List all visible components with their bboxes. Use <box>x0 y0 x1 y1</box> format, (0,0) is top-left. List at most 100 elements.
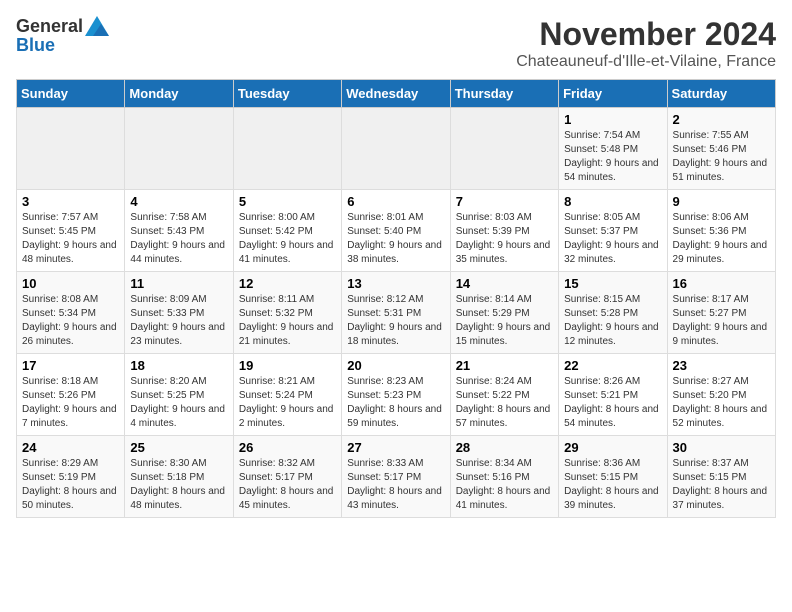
day-info: Sunrise: 8:01 AM Sunset: 5:40 PM Dayligh… <box>347 211 444 267</box>
day-number: 22 <box>564 358 661 373</box>
calendar-row-1: 3Sunrise: 7:57 AM Sunset: 5:45 PM Daylig… <box>17 190 776 272</box>
day-info: Sunrise: 8:12 AM Sunset: 5:31 PM Dayligh… <box>347 293 444 349</box>
title-area: November 2024 Chateauneuf-d'Ille-et-Vila… <box>516 16 776 71</box>
calendar-cell: 7 Sunrise: 8:03 AM Sunset: 5:39 PM Daylig… <box>450 190 558 272</box>
day-info: Sunrise: 8:33 AM Sunset: 5:17 PM Dayligh… <box>347 457 444 513</box>
day-info: Sunrise: 8:21 AM Sunset: 5:24 PM Dayligh… <box>239 375 336 431</box>
day-number: 29 <box>564 440 661 455</box>
day-number: 19 <box>239 358 336 373</box>
day-info: Sunrise: 8:32 AM Sunset: 5:17 PM Dayligh… <box>239 457 336 513</box>
day-info: Sunrise: 8:08 AM Sunset: 5:34 PM Dayligh… <box>22 293 119 349</box>
day-info: Sunrise: 8:11 AM Sunset: 5:32 PM Dayligh… <box>239 293 336 349</box>
calendar-cell: 1Sunrise: 7:54 AM Sunset: 5:48 PM Daylig… <box>559 108 667 190</box>
day-number: 11 <box>130 276 227 291</box>
calendar-cell: 23 Sunrise: 8:27 AM Sunset: 5:20 PM Dayli… <box>667 354 775 436</box>
calendar-cell: 29 Sunrise: 8:36 AM Sunset: 5:15 PM Dayli… <box>559 436 667 518</box>
day-info: Sunrise: 8:20 AM Sunset: 5:25 PM Dayligh… <box>130 375 227 431</box>
calendar-row-0: 1Sunrise: 7:54 AM Sunset: 5:48 PM Daylig… <box>17 108 776 190</box>
day-number: 25 <box>130 440 227 455</box>
calendar-cell: 15Sunrise: 8:15 AM Sunset: 5:28 PM Dayli… <box>559 272 667 354</box>
calendar-table: SundayMondayTuesdayWednesdayThursdayFrid… <box>16 79 776 518</box>
calendar-cell: 22 Sunrise: 8:26 AM Sunset: 5:21 PM Dayli… <box>559 354 667 436</box>
day-info: Sunrise: 8:36 AM Sunset: 5:15 PM Dayligh… <box>564 457 661 513</box>
day-number: 4 <box>130 194 227 209</box>
day-number: 6 <box>347 194 444 209</box>
day-info: Sunrise: 8:26 AM Sunset: 5:21 PM Dayligh… <box>564 375 661 431</box>
calendar-cell: 11 Sunrise: 8:09 AM Sunset: 5:33 PM Dayli… <box>125 272 233 354</box>
calendar-row-3: 17 Sunrise: 8:18 AM Sunset: 5:26 PM Dayli… <box>17 354 776 436</box>
day-number: 8 <box>564 194 661 209</box>
day-number: 27 <box>347 440 444 455</box>
calendar-cell: 18Sunrise: 8:20 AM Sunset: 5:25 PM Dayli… <box>125 354 233 436</box>
day-number: 26 <box>239 440 336 455</box>
calendar-cell: 21 Sunrise: 8:24 AM Sunset: 5:22 PM Dayli… <box>450 354 558 436</box>
calendar-cell: 28 Sunrise: 8:34 AM Sunset: 5:16 PM Dayli… <box>450 436 558 518</box>
day-number: 20 <box>347 358 444 373</box>
day-number: 30 <box>673 440 770 455</box>
day-number: 3 <box>22 194 119 209</box>
calendar-cell: 9 Sunrise: 8:06 AM Sunset: 5:36 PM Daylig… <box>667 190 775 272</box>
header-cell-saturday: Saturday <box>667 80 775 108</box>
day-number: 9 <box>673 194 770 209</box>
calendar-cell: 20 Sunrise: 8:23 AM Sunset: 5:23 PM Dayli… <box>342 354 450 436</box>
logo-general: General <box>16 17 83 35</box>
calendar-cell: 26 Sunrise: 8:32 AM Sunset: 5:17 PM Dayli… <box>233 436 341 518</box>
calendar-cell: 6 Sunrise: 8:01 AM Sunset: 5:40 PM Daylig… <box>342 190 450 272</box>
day-number: 14 <box>456 276 553 291</box>
calendar-cell: 30 Sunrise: 8:37 AM Sunset: 5:15 PM Dayli… <box>667 436 775 518</box>
calendar-cell <box>17 108 125 190</box>
calendar-cell: 17 Sunrise: 8:18 AM Sunset: 5:26 PM Dayli… <box>17 354 125 436</box>
calendar-row-4: 24Sunrise: 8:29 AM Sunset: 5:19 PM Dayli… <box>17 436 776 518</box>
calendar-cell: 19 Sunrise: 8:21 AM Sunset: 5:24 PM Dayli… <box>233 354 341 436</box>
day-number: 7 <box>456 194 553 209</box>
calendar-cell: 13 Sunrise: 8:12 AM Sunset: 5:31 PM Dayli… <box>342 272 450 354</box>
calendar-cell: 8 Sunrise: 8:05 AM Sunset: 5:37 PM Daylig… <box>559 190 667 272</box>
day-info: Sunrise: 8:00 AM Sunset: 5:42 PM Dayligh… <box>239 211 336 267</box>
calendar-cell <box>342 108 450 190</box>
day-info: Sunrise: 8:18 AM Sunset: 5:26 PM Dayligh… <box>22 375 119 431</box>
day-info: Sunrise: 7:55 AM Sunset: 5:46 PM Dayligh… <box>673 129 770 185</box>
day-info: Sunrise: 8:06 AM Sunset: 5:36 PM Dayligh… <box>673 211 770 267</box>
day-number: 10 <box>22 276 119 291</box>
day-info: Sunrise: 8:09 AM Sunset: 5:33 PM Dayligh… <box>130 293 227 349</box>
calendar-cell: 5 Sunrise: 8:00 AM Sunset: 5:42 PM Daylig… <box>233 190 341 272</box>
day-info: Sunrise: 8:24 AM Sunset: 5:22 PM Dayligh… <box>456 375 553 431</box>
day-number: 21 <box>456 358 553 373</box>
day-info: Sunrise: 8:23 AM Sunset: 5:23 PM Dayligh… <box>347 375 444 431</box>
day-info: Sunrise: 8:27 AM Sunset: 5:20 PM Dayligh… <box>673 375 770 431</box>
header-cell-tuesday: Tuesday <box>233 80 341 108</box>
month-title: November 2024 <box>516 16 776 53</box>
day-number: 28 <box>456 440 553 455</box>
calendar-cell <box>233 108 341 190</box>
day-number: 16 <box>673 276 770 291</box>
day-info: Sunrise: 8:03 AM Sunset: 5:39 PM Dayligh… <box>456 211 553 267</box>
calendar-cell: 12 Sunrise: 8:11 AM Sunset: 5:32 PM Dayli… <box>233 272 341 354</box>
day-info: Sunrise: 8:34 AM Sunset: 5:16 PM Dayligh… <box>456 457 553 513</box>
header-cell-friday: Friday <box>559 80 667 108</box>
calendar-cell: 3Sunrise: 7:57 AM Sunset: 5:45 PM Daylig… <box>17 190 125 272</box>
day-number: 23 <box>673 358 770 373</box>
header-cell-wednesday: Wednesday <box>342 80 450 108</box>
day-number: 1 <box>564 112 661 127</box>
calendar-cell: 14 Sunrise: 8:14 AM Sunset: 5:29 PM Dayli… <box>450 272 558 354</box>
day-info: Sunrise: 8:14 AM Sunset: 5:29 PM Dayligh… <box>456 293 553 349</box>
day-info: Sunrise: 8:37 AM Sunset: 5:15 PM Dayligh… <box>673 457 770 513</box>
day-number: 24 <box>22 440 119 455</box>
calendar-cell: 25 Sunrise: 8:30 AM Sunset: 5:18 PM Dayli… <box>125 436 233 518</box>
day-info: Sunrise: 8:05 AM Sunset: 5:37 PM Dayligh… <box>564 211 661 267</box>
header: General Blue November 2024 Chateauneuf-d… <box>16 16 776 71</box>
day-info: Sunrise: 8:30 AM Sunset: 5:18 PM Dayligh… <box>130 457 227 513</box>
calendar-cell: 4 Sunrise: 7:58 AM Sunset: 5:43 PM Daylig… <box>125 190 233 272</box>
day-number: 17 <box>22 358 119 373</box>
calendar-cell: 2Sunrise: 7:55 AM Sunset: 5:46 PM Daylig… <box>667 108 775 190</box>
day-number: 5 <box>239 194 336 209</box>
day-info: Sunrise: 7:58 AM Sunset: 5:43 PM Dayligh… <box>130 211 227 267</box>
logo: General Blue <box>16 16 109 54</box>
header-cell-monday: Monday <box>125 80 233 108</box>
calendar-cell: 27 Sunrise: 8:33 AM Sunset: 5:17 PM Dayli… <box>342 436 450 518</box>
day-number: 12 <box>239 276 336 291</box>
day-number: 15 <box>564 276 661 291</box>
day-number: 13 <box>347 276 444 291</box>
calendar-cell: 10 Sunrise: 8:08 AM Sunset: 5:34 PM Dayli… <box>17 272 125 354</box>
header-cell-sunday: Sunday <box>17 80 125 108</box>
